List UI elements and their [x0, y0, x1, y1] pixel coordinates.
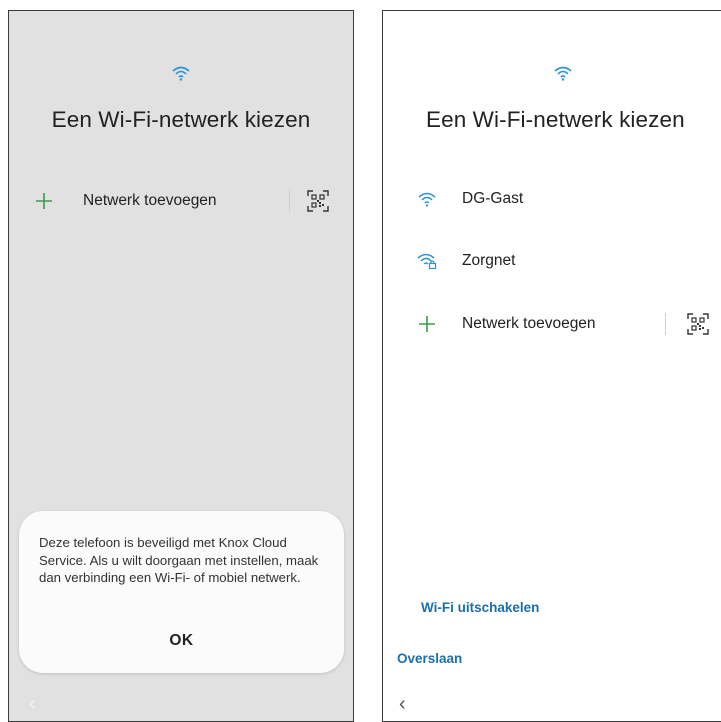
skip-link[interactable]: Overslaan: [397, 651, 462, 666]
network-name: Zorgnet: [462, 252, 516, 269]
page-title: Een Wi-Fi-netwerk kiezen: [426, 107, 685, 132]
network-name: DG-Gast: [462, 190, 524, 207]
divider: [289, 190, 290, 212]
wifi-icon: [383, 65, 721, 85]
plus-icon: [33, 190, 55, 212]
back-chevron-icon[interactable]: ‹: [399, 693, 406, 716]
add-network-row[interactable]: Netwerk toevoegen: [383, 304, 721, 344]
wifi-off-link[interactable]: Wi-Fi uitschakelen: [421, 600, 539, 615]
ok-button[interactable]: OK: [19, 632, 344, 650]
back-chevron-icon[interactable]: ‹: [29, 693, 36, 716]
add-network-label: Netwerk toevoegen: [83, 192, 217, 209]
right-phone-screen: Een Wi-Fi-netwerk kiezen DG-Gast Zorgnet: [382, 10, 721, 722]
divider: [665, 313, 666, 335]
wifi-icon: [416, 188, 438, 210]
wifi-icon: [9, 65, 353, 85]
network-item-dg-gast[interactable]: DG-Gast: [383, 179, 721, 219]
wifi-lock-icon: [416, 250, 438, 272]
dialog-message: Deze telefoon is beveiligd met Knox Clou…: [39, 535, 319, 585]
qr-code-scan-icon[interactable]: [687, 313, 709, 335]
network-item-zorgnet[interactable]: Zorgnet: [383, 241, 721, 281]
plus-icon: [416, 313, 438, 335]
left-phone-screen: Een Wi-Fi-netwerk kiezen Netwerk toevoeg…: [8, 10, 354, 722]
add-network-label: Netwerk toevoegen: [462, 315, 596, 332]
add-network-row[interactable]: Netwerk toevoegen: [9, 181, 353, 221]
knox-cloud-dialog: Deze telefoon is beveiligd met Knox Clou…: [19, 511, 344, 673]
page-title: Een Wi-Fi-netwerk kiezen: [51, 107, 311, 132]
qr-code-scan-icon[interactable]: [307, 190, 329, 212]
